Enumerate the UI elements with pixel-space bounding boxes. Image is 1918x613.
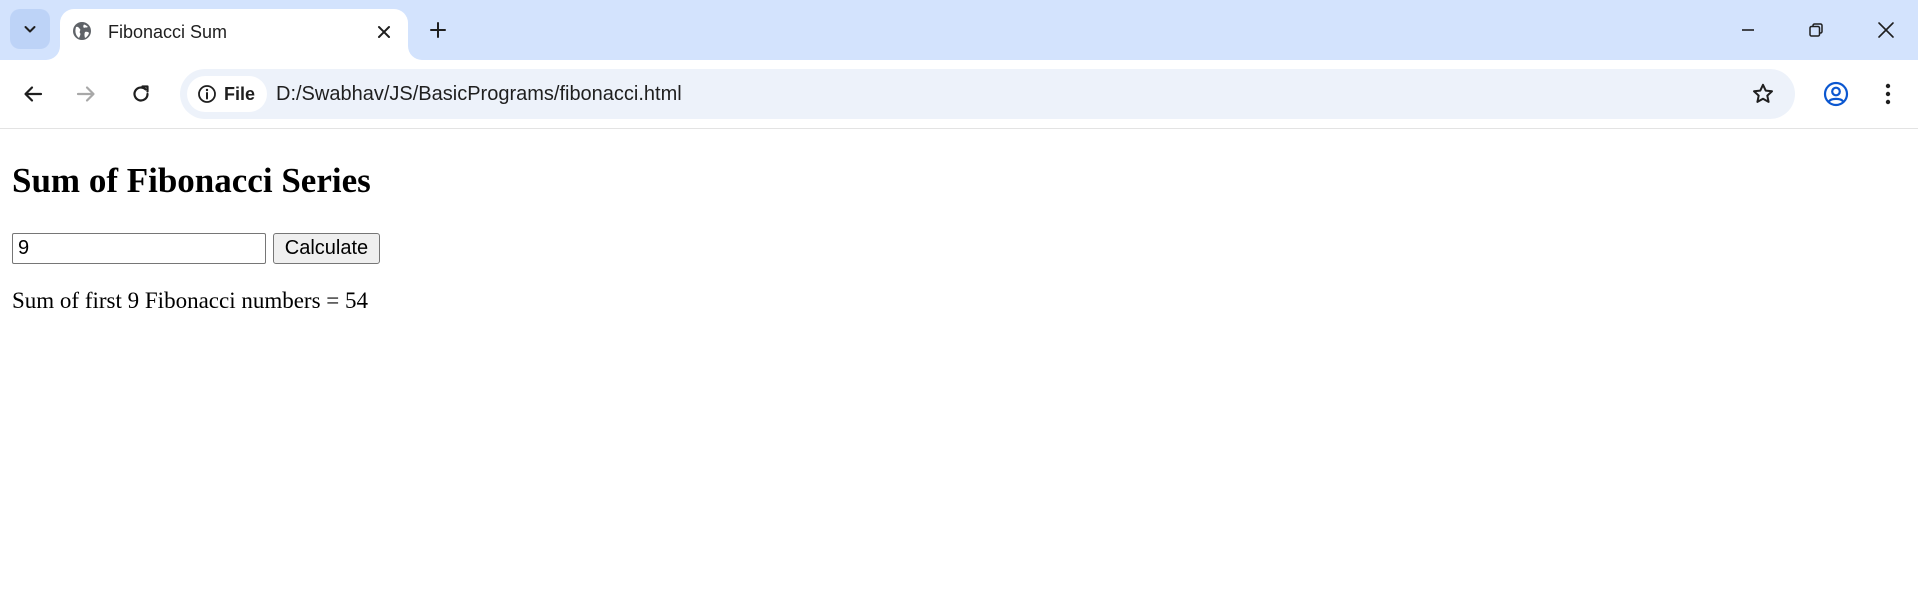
toolbar: File D:/Swabhav/JS/BasicPrograms/fibonac… xyxy=(0,60,1918,129)
info-icon xyxy=(198,85,216,103)
close-window-button[interactable] xyxy=(1866,12,1906,48)
number-input[interactable] xyxy=(12,233,266,264)
minimize-button[interactable] xyxy=(1728,12,1768,48)
arrow-left-icon xyxy=(24,86,43,102)
back-button[interactable] xyxy=(15,76,51,112)
site-chip-label: File xyxy=(224,83,256,104)
globe-icon xyxy=(73,22,91,40)
new-tab-button[interactable] xyxy=(424,16,452,44)
reload-icon xyxy=(133,85,149,102)
plus-icon xyxy=(430,22,446,38)
star-icon xyxy=(1753,83,1773,103)
bookmark-button[interactable] xyxy=(1749,80,1777,108)
browser-window: Fibonacci Sum File D:/Swabhav/JS/BasicPr… xyxy=(0,0,1918,613)
close-icon xyxy=(1878,22,1894,38)
site-info-chip[interactable]: File xyxy=(187,76,268,112)
profile-button[interactable] xyxy=(1818,76,1854,112)
tab-search-button[interactable] xyxy=(10,9,50,49)
tab-close-button[interactable] xyxy=(372,20,396,44)
page-title: Sum of Fibonacci Series xyxy=(12,161,371,200)
tab-title: Fibonacci Sum xyxy=(108,22,228,42)
more-vertical-icon xyxy=(1885,83,1891,105)
address-bar[interactable]: File D:/Swabhav/JS/BasicPrograms/fibonac… xyxy=(180,69,1795,119)
reload-button[interactable] xyxy=(123,76,159,112)
calculate-button[interactable]: Calculate xyxy=(273,233,380,264)
tab-fibonacci-sum[interactable]: Fibonacci Sum xyxy=(60,9,408,60)
forward-button[interactable] xyxy=(68,76,104,112)
restore-button[interactable] xyxy=(1796,12,1836,48)
browser-menu-button[interactable] xyxy=(1870,76,1906,112)
arrow-right-icon xyxy=(76,86,95,102)
close-icon xyxy=(378,26,390,38)
page-content: Sum of Fibonacci Series Calculate Sum of… xyxy=(0,129,1918,613)
restore-icon xyxy=(1809,23,1823,37)
tab-strip: Fibonacci Sum xyxy=(0,0,1918,60)
url-text[interactable]: D:/Swabhav/JS/BasicPrograms/fibonacci.ht… xyxy=(276,82,682,106)
result-text: Sum of first 9 Fibonacci numbers = 54 xyxy=(12,288,369,313)
profile-icon xyxy=(1823,81,1849,107)
chevron-down-icon xyxy=(24,26,36,33)
minimize-icon xyxy=(1742,29,1754,31)
